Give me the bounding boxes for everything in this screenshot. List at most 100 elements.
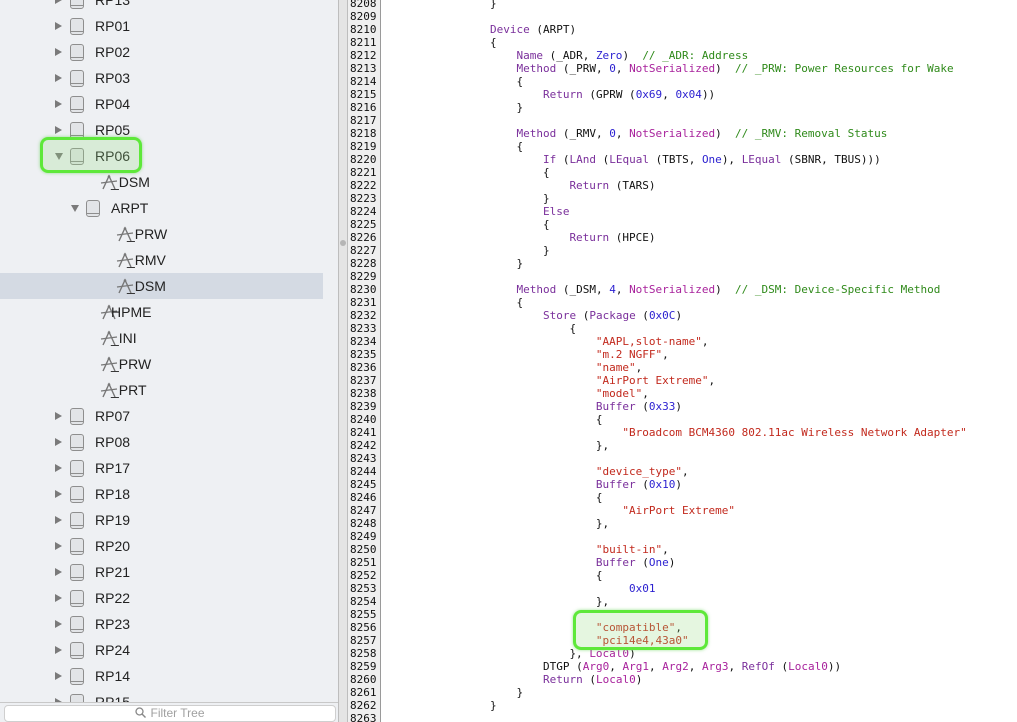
code-token: (TARS) — [609, 179, 656, 192]
tree-item[interactable]: RP22 — [0, 585, 323, 611]
disclosure-closed-icon[interactable] — [55, 126, 62, 134]
code-token: LEqual — [741, 153, 782, 166]
disclosure-closed-icon[interactable] — [55, 100, 62, 108]
line-number: 8246 — [350, 491, 377, 504]
code-token: DTGP ( — [542, 660, 583, 673]
tree-item[interactable]: _RMV — [0, 247, 323, 273]
code-token: (_PRW, — [556, 62, 610, 75]
code-line: { — [384, 413, 967, 426]
code-token: 0 — [609, 127, 616, 140]
line-number: 8253 — [350, 582, 377, 595]
disclosure-closed-icon[interactable] — [55, 490, 62, 498]
code-token: ( — [635, 400, 649, 413]
pane-splitter[interactable] — [338, 0, 348, 722]
tree-item[interactable]: _INI — [0, 325, 323, 351]
disclosure-closed-icon[interactable] — [55, 464, 62, 472]
code-token: "AAPL,slot-name" — [595, 335, 702, 348]
disclosure-closed-icon[interactable] — [55, 516, 62, 524]
code-token: "device_type" — [595, 465, 683, 478]
line-number: 8236 — [350, 361, 377, 374]
line-number: 8261 — [350, 686, 377, 699]
code-line: "Broadcom BCM4360 802.11ac Wireless Netw… — [384, 426, 966, 439]
line-number: 8216 — [350, 101, 377, 114]
disclosure-closed-icon[interactable] — [55, 542, 62, 550]
tree-item[interactable]: RP19 — [0, 507, 323, 533]
code-token: Local0 — [595, 673, 636, 686]
code-token: "AirPort Extreme" — [595, 374, 709, 387]
code-token: { — [595, 491, 603, 504]
code-token: , — [662, 543, 669, 556]
line-number: 8215 — [350, 88, 377, 101]
tree-item-label: RP23 — [95, 616, 131, 632]
tree-item[interactable]: RP14 — [0, 663, 323, 689]
tree-item[interactable]: RP21 — [0, 559, 323, 585]
device-icon — [70, 460, 84, 477]
code-token: ) — [675, 309, 683, 322]
tree-item-label: RP05 — [95, 122, 131, 138]
disclosure-closed-icon[interactable] — [55, 620, 62, 628]
code-token: 0x01 — [629, 582, 656, 595]
line-number: 8228 — [350, 257, 377, 270]
device-icon — [70, 70, 84, 87]
code-line: { — [384, 140, 967, 153]
line-number: 8247 — [350, 504, 377, 517]
tree-item[interactable]: RP17 — [0, 455, 323, 481]
tree-item[interactable]: RP07 — [0, 403, 323, 429]
disclosure-closed-icon[interactable] — [55, 48, 62, 56]
tree-item[interactable]: _PRW — [0, 351, 323, 377]
code-token: ( — [556, 153, 570, 166]
device-icon — [70, 590, 84, 607]
line-number: 8214 — [350, 75, 377, 88]
line-number: 8225 — [350, 218, 377, 231]
tree-item[interactable]: _PRW — [0, 221, 323, 247]
code-line: { — [384, 569, 967, 582]
code-line: "AirPort Extreme", — [384, 374, 967, 387]
tree-item[interactable]: RP03 — [0, 65, 323, 91]
disclosure-closed-icon[interactable] — [55, 74, 62, 82]
tree-item-label: RP13 — [95, 0, 131, 8]
code-token: , — [662, 88, 676, 101]
tree-item[interactable]: RP01 — [0, 13, 323, 39]
tree-item[interactable]: _DSM — [0, 273, 323, 299]
disclosure-closed-icon[interactable] — [55, 0, 62, 4]
tree-item[interactable]: _PRT — [0, 377, 323, 403]
disclosure-closed-icon[interactable] — [55, 412, 62, 420]
disclosure-closed-icon[interactable] — [55, 672, 62, 680]
code-line: { — [384, 218, 967, 231]
code-token: } — [489, 699, 497, 712]
tree-item[interactable]: RP02 — [0, 39, 323, 65]
line-number: 8223 — [350, 192, 377, 205]
code-token: , — [682, 465, 689, 478]
line-number: 8209 — [350, 10, 377, 23]
tree-item[interactable]: ARPT — [0, 195, 323, 221]
code-token: } — [516, 686, 524, 699]
tree-item-label: RP19 — [95, 512, 131, 528]
code-token: ( — [635, 478, 649, 491]
disclosure-closed-icon[interactable] — [55, 646, 62, 654]
tree-item[interactable]: RP08 — [0, 429, 323, 455]
tree-item[interactable]: RP04 — [0, 91, 323, 117]
code-token: ) — [675, 478, 683, 491]
disclosure-closed-icon[interactable] — [55, 594, 62, 602]
disclosure-closed-icon[interactable] — [55, 568, 62, 576]
filter-tree-input[interactable]: Filter Tree — [4, 705, 336, 722]
tree-item[interactable]: RP24 — [0, 637, 323, 663]
disclosure-closed-icon[interactable] — [55, 438, 62, 446]
tree-item[interactable]: HPME — [0, 299, 323, 325]
tree-item[interactable]: RP13 — [0, 0, 323, 13]
tree-item-label: RP17 — [95, 460, 131, 476]
disclosure-closed-icon[interactable] — [55, 22, 62, 30]
code-line: Method (_RMV, 0, NotSerialized) // _RMV:… — [384, 127, 967, 140]
splitter-handle-icon[interactable] — [340, 240, 346, 246]
tree-item-label: _PRT — [111, 382, 147, 398]
code-token: { — [595, 569, 603, 582]
code-line: Buffer (0x33) — [384, 400, 967, 413]
tree-item[interactable]: RP20 — [0, 533, 323, 559]
tree-item[interactable]: RP18 — [0, 481, 323, 507]
code-token: ) — [715, 62, 736, 75]
tree-item[interactable]: RP23 — [0, 611, 323, 637]
disclosure-open-icon[interactable] — [71, 205, 79, 212]
